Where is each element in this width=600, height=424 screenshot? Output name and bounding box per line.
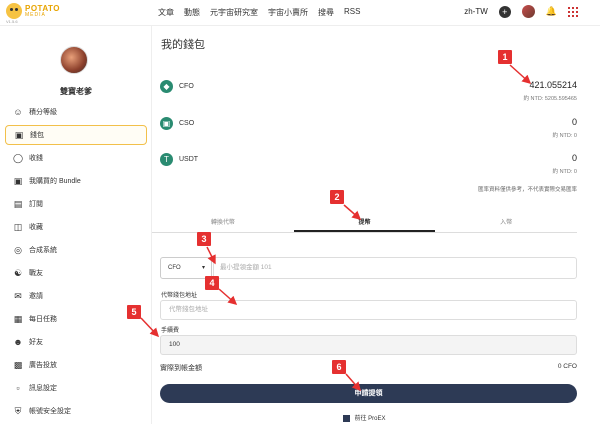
bundle-icon: ▣ [13, 176, 23, 186]
coin-balance: 0 [571, 153, 577, 163]
sidebar-item-bookmark[interactable]: ◫ 收藏 [5, 217, 147, 237]
callout-marker-6: 6 [332, 360, 346, 374]
callout-marker-4: 4 [205, 276, 219, 290]
coin-balance: 421.055214 [529, 80, 577, 90]
coin-row-cso: ▣ CSO 0 約 NTD: 0 [160, 113, 577, 143]
comrade-icon: ☯ [13, 268, 23, 278]
sidebar-item-wallet[interactable]: ▣ 錢包 [5, 125, 147, 145]
sidebar-item-subscribe[interactable]: ▤ 訂閱 [5, 194, 147, 214]
profile-avatar[interactable] [60, 46, 88, 74]
nav-universe-shop[interactable]: 宇宙小賣所 [268, 7, 308, 18]
sidebar-menu: ☺ 積分等級 ▣ 錢包 ◯ 收錢 ▣ 我購買的 Bundle ▤ 訂閱 ◫ 收藏 ◎ 合成系統… [5, 102, 147, 424]
coin-ntd-value: 約 NTD: 5205.595465 [523, 96, 577, 102]
tab-convert[interactable]: 轉換代幣 [152, 213, 294, 232]
fee-field: 100 [160, 335, 577, 355]
wallet-tabs: 轉換代幣 提幣 入幣 [152, 213, 577, 233]
nav-rss[interactable]: RSS [344, 7, 360, 18]
person-icon: ☺ [13, 107, 23, 117]
cfo-coin-icon: ◆ [160, 80, 173, 93]
ads-icon: ▩ [13, 360, 23, 370]
fee-label: 手續費 [161, 328, 180, 334]
nav-search[interactable]: 搜尋 [318, 7, 334, 18]
coin-ntd-value: 約 NTD: 0 [552, 133, 577, 139]
wallet-address-input[interactable]: 代幣錢包地址 [160, 300, 577, 320]
subscribe-icon: ▤ [13, 199, 23, 209]
coin-ntd-value: 約 NTD: 0 [552, 169, 577, 175]
sidebar-item-invite[interactable]: ✉ 邀請 [5, 286, 147, 306]
language-switcher[interactable]: zh-TW [464, 7, 488, 16]
nav-articles[interactable]: 文章 [158, 7, 174, 18]
submit-withdraw-button[interactable]: 申請提領 [160, 384, 577, 403]
proex-link[interactable]: 前往 ProEX [152, 413, 577, 422]
user-avatar[interactable] [521, 5, 535, 18]
coin-icon: ◯ [13, 153, 24, 163]
coin-row-usdt: T USDT 0 約 NTD: 0 [160, 149, 577, 179]
sidebar-item-receive[interactable]: ◯ 收錢 [5, 148, 147, 168]
coin-name: CFO [179, 83, 194, 90]
sidebar-item-daily-tasks[interactable]: ▦ 每日任務 [5, 309, 147, 329]
top-navbar: POTATO MEDIA V1.5.6 文章 動態 元宇宙研究室 宇宙小賣所 搜… [0, 0, 600, 26]
tab-withdraw[interactable]: 提幣 [293, 213, 436, 232]
callout-marker-5: 5 [127, 305, 141, 319]
main-nav: 文章 動態 元宇宙研究室 宇宙小賣所 搜尋 RSS [158, 7, 360, 18]
calendar-icon: ▦ [13, 314, 23, 324]
version-label: V1.5.6 [6, 19, 18, 24]
callout-marker-1: 1 [498, 50, 512, 64]
sidebar-item-ads[interactable]: ▩ 廣告投放 [5, 355, 147, 375]
callout-marker-3: 3 [197, 232, 211, 246]
bell-icon[interactable]: 🔔 [546, 6, 557, 17]
sidebar-item-security[interactable]: ⛨ 帳號安全設定 [5, 401, 147, 421]
invite-icon: ✉ [14, 291, 22, 301]
main-content: 我的錢包 ◆ CFO 421.055214 約 NTD: 5205.595465… [152, 26, 600, 424]
site-logo[interactable]: POTATO MEDIA [6, 3, 60, 19]
sidebar-item-friends[interactable]: ☻ 好友 [5, 332, 147, 352]
apps-grid-icon[interactable] [568, 6, 578, 17]
proex-icon [343, 414, 351, 422]
potato-logo-icon [6, 3, 22, 19]
cso-coin-icon: ▣ [160, 117, 173, 130]
withdraw-amount-input[interactable]: 最小提領金額 101 [213, 257, 577, 279]
actual-amount-value: 0 CFO [557, 363, 577, 370]
page-title: 我的錢包 [161, 39, 205, 51]
callout-marker-2: 2 [330, 190, 344, 204]
tab-deposit[interactable]: 入幣 [435, 213, 577, 232]
sidebar-item-messages[interactable]: ▫ 訊息設定 [5, 378, 147, 398]
message-icon: ▫ [16, 383, 20, 393]
usdt-coin-icon: T [160, 153, 173, 166]
sidebar-item-synthesis[interactable]: ◎ 合成系統 [5, 240, 147, 260]
actual-amount-row: 實際到帳金額 0 CFO [160, 363, 577, 375]
add-icon[interactable]: + [498, 5, 511, 18]
nav-activity[interactable]: 動態 [184, 7, 200, 18]
synthesis-icon: ◎ [14, 245, 22, 255]
sidebar: 雙寶老爹 ☺ 積分等級 ▣ 錢包 ◯ 收錢 ▣ 我購買的 Bundle ▤ 訂閱 ◫ 收藏 … [0, 26, 152, 424]
actual-amount-label: 實際到帳金額 [160, 365, 202, 372]
logo-text-media: MEDIA [25, 11, 46, 18]
security-icon: ⛨ [14, 406, 22, 416]
sidebar-item-comrade[interactable]: ☯ 戰友 [5, 263, 147, 283]
chevron-down-icon: ▾ [201, 265, 205, 271]
address-label: 代幣錢包地址 [161, 293, 198, 299]
sidebar-item-level[interactable]: ☺ 積分等級 [5, 102, 147, 122]
coin-row-cfo: ◆ CFO 421.055214 約 NTD: 5205.595465 [160, 76, 577, 106]
wallet-icon: ▣ [14, 130, 24, 140]
coin-balance: 0 [571, 117, 577, 127]
bookmark-icon: ◫ [13, 222, 23, 232]
coin-name: USDT [179, 156, 199, 163]
profile-name: 雙寶老爹 [60, 87, 92, 96]
rate-disclaimer: 匯率資料僅供參考，不代表實際交易匯率 [477, 187, 577, 193]
sidebar-item-bundle[interactable]: ▣ 我購買的 Bundle [5, 171, 147, 191]
coin-name: CSO [179, 120, 195, 127]
friends-icon: ☻ [13, 337, 23, 347]
nav-metaverse-lab[interactable]: 元宇宙研究室 [210, 7, 258, 18]
